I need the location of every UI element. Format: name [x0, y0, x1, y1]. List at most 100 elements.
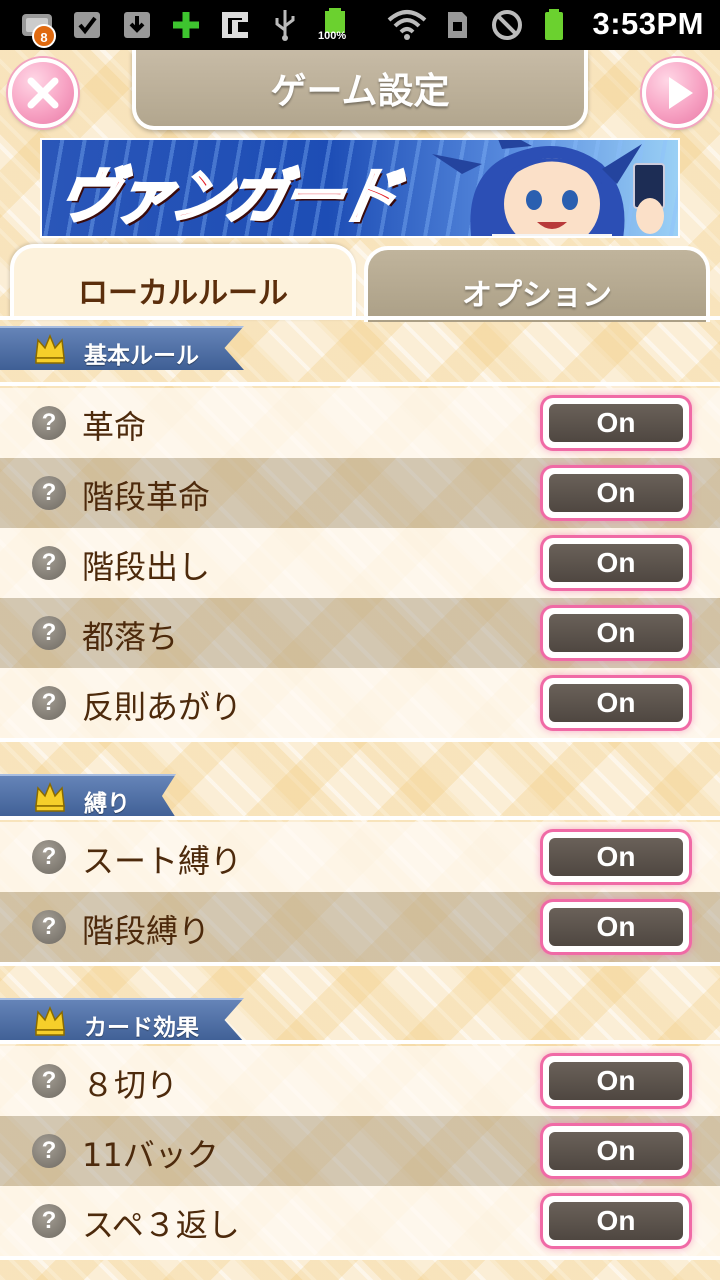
play-button[interactable] [642, 58, 712, 128]
toggle-inner: On [549, 908, 683, 946]
toggle-stair-play[interactable]: On [543, 538, 689, 588]
toggle-revolution[interactable]: On [543, 398, 689, 448]
toggle-label: On [596, 547, 636, 578]
toggle-inner: On [549, 614, 683, 652]
toggle-inner: On [549, 1062, 683, 1100]
download-icon [124, 12, 150, 38]
crown-icon [35, 1006, 65, 1036]
wifi-icon [387, 10, 427, 40]
close-button[interactable] [8, 58, 78, 128]
help-icon[interactable]: ? [32, 910, 66, 944]
help-icon[interactable]: ? [32, 686, 66, 720]
battery-percent: 100% [318, 30, 347, 42]
rule-label: 階段出し [82, 548, 211, 586]
toggle-inner: On [549, 474, 683, 512]
rule-row-suit-binding: ? スート縛り On [0, 822, 720, 892]
toggle-label: On [596, 911, 636, 942]
help-icon[interactable]: ? [32, 546, 66, 580]
help-icon[interactable]: ? [32, 476, 66, 510]
help-icon[interactable]: ? [32, 1204, 66, 1238]
tab-options[interactable]: オプション [364, 246, 710, 322]
clock: 3:53PM [592, 6, 704, 41]
toggle-inner: On [549, 1202, 683, 1240]
toggle-label: On [596, 617, 636, 648]
toggle-stair-revolution[interactable]: On [543, 468, 689, 518]
rule-label: スペ３返し [82, 1206, 240, 1244]
help-icon[interactable]: ? [32, 840, 66, 874]
close-icon [27, 77, 59, 109]
notification-badge: 8 [32, 24, 56, 48]
checkbox-icon [74, 12, 100, 38]
tab-local-rules[interactable]: ローカルルール [10, 244, 356, 320]
vanguard-banner[interactable]: ヴァンガード [40, 138, 680, 238]
divider [0, 1040, 720, 1044]
toggle-inner: On [549, 1132, 683, 1170]
tab-options-label: オプション [462, 278, 612, 313]
toggle-inner: On [549, 404, 683, 442]
divider [0, 382, 720, 386]
toggle-eight-cut[interactable]: On [543, 1056, 689, 1106]
rule-row-eight-cut: ? ８切り On [0, 1046, 720, 1116]
toggle-suit-binding[interactable]: On [543, 832, 689, 882]
toggle-label: On [596, 477, 636, 508]
section-header-basic-rules: 基本ルール [0, 326, 244, 370]
divider [0, 738, 720, 742]
rule-row-spade-three-return: ? スペ３返し On [0, 1186, 720, 1256]
toggle-capital-fall[interactable]: On [543, 608, 689, 658]
rule-row-foul-finish: ? 反則あがり On [0, 668, 720, 738]
crown-icon [35, 334, 65, 364]
banner-logo: ヴァンガード [51, 161, 402, 234]
app-icon [222, 12, 248, 38]
no-sim-icon [492, 10, 522, 40]
section-header-card-effects: カード効果 [0, 998, 244, 1042]
help-icon[interactable]: ? [32, 1134, 66, 1168]
rule-label: 都落ち [82, 618, 179, 656]
toggle-label: On [596, 1065, 636, 1096]
rule-label: スート縛り [82, 842, 243, 880]
toggle-stair-binding[interactable]: On [543, 902, 689, 952]
help-icon[interactable]: ? [32, 1064, 66, 1098]
rule-row-stair-revolution: ? 階段革命 On [0, 458, 720, 528]
rule-row-stair-binding: ? 階段縛り On [0, 892, 720, 962]
usb-icon [275, 10, 295, 41]
divider [0, 1256, 720, 1260]
title-bar: ゲーム設定 [132, 50, 588, 130]
toggle-label: On [596, 841, 636, 872]
toggle-eleven-back[interactable]: On [543, 1126, 689, 1176]
rule-row-stair-play: ? 階段出し On [0, 528, 720, 598]
divider [0, 962, 720, 966]
toggle-label: On [596, 1135, 636, 1166]
rule-row-revolution: ? 革命 On [0, 388, 720, 458]
sd-card-icon [448, 12, 467, 38]
help-icon[interactable]: ? [32, 616, 66, 650]
toggle-foul-finish[interactable]: On [543, 678, 689, 728]
rule-label: 階段縛り [82, 912, 211, 950]
section-title: 基本ルール [84, 343, 199, 369]
battery-full-icon [545, 9, 563, 40]
toggle-inner: On [549, 544, 683, 582]
rule-row-capital-fall: ? 都落ち On [0, 598, 720, 668]
section-title: 縛り [84, 791, 130, 817]
toggle-spade-three-return[interactable]: On [543, 1196, 689, 1246]
toggle-label: On [596, 1205, 636, 1236]
section-title: カード効果 [84, 1015, 199, 1041]
crown-icon [35, 782, 65, 812]
toggle-inner: On [549, 838, 683, 876]
status-bar: 8 100% 3:53PM [0, 0, 720, 50]
character-illustration [432, 140, 665, 236]
rule-label: ８切り [82, 1066, 179, 1104]
tab-divider [0, 316, 720, 320]
toggle-label: On [596, 407, 636, 438]
play-icon [669, 77, 693, 109]
plus-icon [173, 12, 199, 38]
rule-row-eleven-back: ? 11バック On [0, 1116, 720, 1186]
divider [0, 816, 720, 820]
help-icon[interactable]: ? [32, 406, 66, 440]
rule-label: 階段革命 [82, 478, 211, 516]
section-header-binding: 縛り [0, 774, 176, 818]
rule-label: 革命 [82, 408, 147, 446]
toggle-label: On [596, 687, 636, 718]
tab-local-rules-label: ローカルルール [78, 276, 288, 311]
toggle-inner: On [549, 684, 683, 722]
rule-label: 11バック [82, 1136, 219, 1174]
